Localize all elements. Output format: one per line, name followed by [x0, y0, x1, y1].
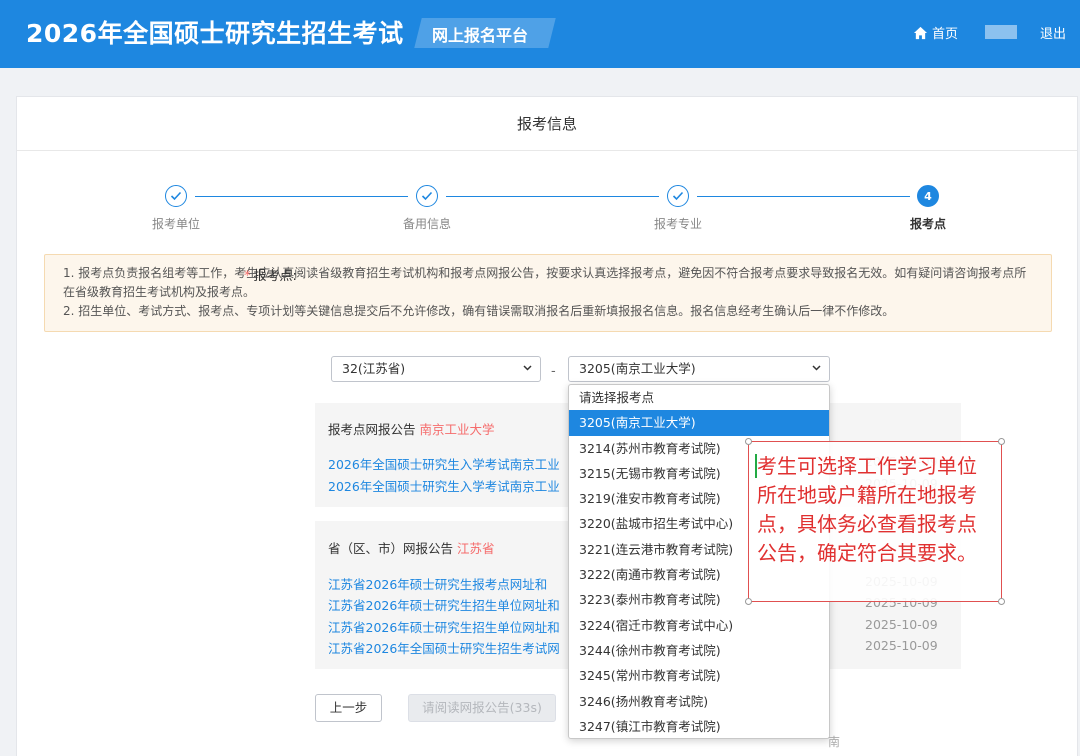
required-mark: * — [244, 269, 251, 284]
province-announcement-link[interactable]: 江苏省2026年硕士研究生招生单位网址和 — [328, 617, 560, 636]
chevron-down-icon — [812, 365, 821, 371]
home-label: 首页 — [932, 27, 959, 42]
progress-steps: 4 报考单位 备用信息 报考专业 报考点 — [17, 185, 1079, 235]
home-link[interactable]: 首页 — [913, 23, 958, 42]
step-4-number: 4 — [917, 185, 939, 207]
site-title: 2026年全国硕士研究生招生考试 — [26, 19, 404, 48]
select-separator: - — [551, 364, 556, 379]
card-title: 报考信息 — [17, 97, 1077, 151]
user-avatar[interactable] — [985, 25, 1017, 39]
province-select[interactable]: 32(江苏省) — [331, 356, 541, 382]
read-announcement-button[interactable]: 请阅读网报公告(33s) — [408, 694, 556, 722]
annotation-callout[interactable]: 考生可选择工作学习单位所在地或户籍所在地报考点，具体务必查看报考点公告，确定符合… — [745, 438, 1005, 605]
watermark: 南 — [828, 735, 841, 749]
step-connector — [697, 196, 910, 197]
site-field-label: * 报考点: — [244, 269, 297, 284]
site-announcement-link[interactable]: 2026年全国硕士研究生入学考试南京工业 — [328, 476, 560, 495]
dropdown-option-selected[interactable]: 3205(南京工业大学) — [569, 410, 829, 436]
resize-handle[interactable] — [745, 598, 752, 605]
province-announcement-title: 省（区、市）网报公告 江苏省 — [328, 541, 495, 556]
site-announcement-title: 报考点网报公告 南京工业大学 — [328, 422, 495, 437]
province-announcement-link[interactable]: 江苏省2026年硕士研究生招生单位网址和 — [328, 595, 560, 614]
step-label-2: 备用信息 — [402, 217, 451, 231]
dropdown-option[interactable]: 3245(常州市教育考试院) — [569, 663, 829, 688]
step-connector — [446, 196, 659, 197]
site-announcement-link[interactable]: 2026年全国硕士研究生入学考试南京工业 — [328, 454, 560, 473]
province-announcement-link[interactable]: 江苏省2026年全国硕士研究生招生考试网 — [328, 638, 560, 657]
step-3-check-icon — [667, 185, 689, 207]
resize-handle[interactable] — [745, 438, 752, 445]
prev-step-button[interactable]: 上一步 — [315, 694, 382, 722]
chevron-down-icon — [523, 365, 532, 371]
top-header: 2026年全国硕士研究生招生考试 网上报名平台 首页 退出 — [0, 0, 1080, 68]
step-label-1: 报考单位 — [151, 217, 200, 231]
platform-label: 网上报名平台 — [432, 26, 529, 45]
announcement-date: 2025-10-09 — [865, 617, 938, 632]
step-label-4: 报考点 — [909, 217, 946, 231]
step-connector — [195, 196, 408, 197]
dropdown-option[interactable]: 3244(徐州市教育考试院) — [569, 638, 829, 663]
dropdown-option[interactable]: 3246(扬州教育考试院) — [569, 689, 829, 714]
step-label-3: 报考专业 — [653, 217, 702, 231]
announcement-date: 2025-10-09 — [865, 638, 938, 653]
notice-box: 1. 报考点负责报名组考等工作，考生应认真阅读省级教育招生考试机构和报考点网报公… — [44, 254, 1052, 332]
province-announcement-link[interactable]: 江苏省2026年硕士研究生报考点网址和 — [328, 574, 547, 593]
notice-line-1: 1. 报考点负责报名组考等工作，考生应认真阅读省级教育招生考试机构和报考点网报公… — [63, 266, 1027, 299]
site-select[interactable]: 3205(南京工业大学) — [568, 356, 830, 382]
dropdown-option[interactable]: 3224(宿迁市教育考试中心) — [569, 613, 829, 638]
dropdown-option[interactable]: 请选择报考点 — [569, 385, 829, 410]
step-1-check-icon — [165, 185, 187, 207]
notice-line-2: 2. 招生单位、考试方式、报考点、专项计划等关键信息提交后不允许修改，确有错误需… — [63, 304, 895, 318]
resize-handle[interactable] — [998, 598, 1005, 605]
logout-link[interactable]: 退出 — [1040, 23, 1066, 42]
dropdown-option[interactable]: 3247(镇江市教育考试院) — [569, 714, 829, 738]
step-2-check-icon — [416, 185, 438, 207]
callout-text: 考生可选择工作学习单位所在地或户籍所在地报考点，具体务必查看报考点公告，确定符合… — [757, 454, 977, 565]
home-icon — [913, 26, 928, 39]
resize-handle[interactable] — [998, 438, 1005, 445]
